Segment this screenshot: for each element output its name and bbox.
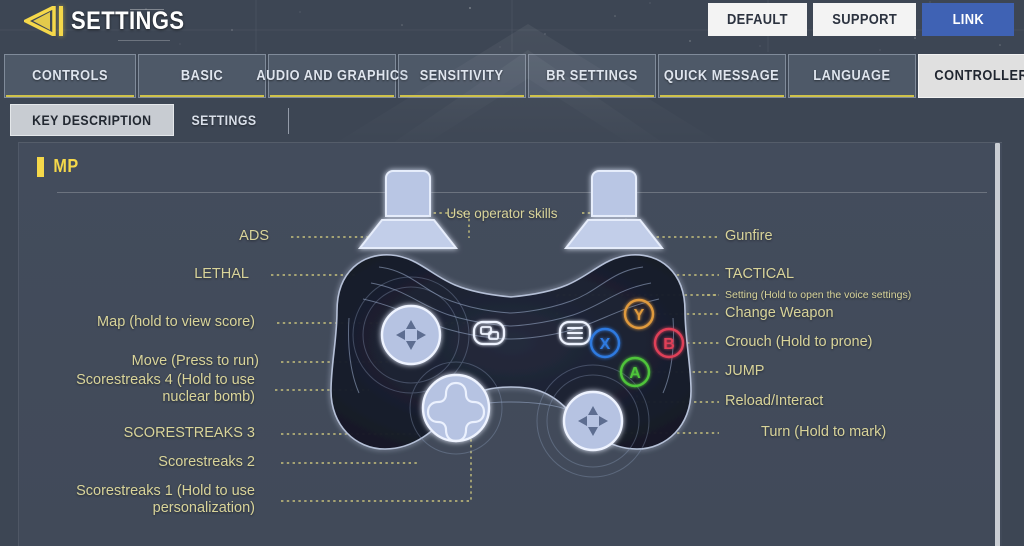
- back-and-title[interactable]: SETTINGS: [24, 3, 200, 39]
- tab-sensitivity[interactable]: SENSITIVITY: [398, 54, 526, 98]
- right-trigger: [591, 170, 637, 217]
- tab-quick-message[interactable]: QUICK MESSAGE: [658, 54, 786, 98]
- content-panel: MP Y B X A ADS LETHAL Map (hold to view …: [18, 142, 1002, 546]
- left-trigger: [385, 170, 431, 217]
- default-button-label: DEFAULT: [726, 11, 788, 28]
- svg-text:X: X: [600, 336, 611, 353]
- title-rule-secondary: [118, 40, 170, 41]
- dpad[interactable]: [421, 373, 491, 443]
- svg-text:B: B: [663, 336, 675, 353]
- title-accent-bar: [59, 6, 63, 36]
- scrollbar-thumb[interactable]: [995, 143, 1000, 546]
- default-button[interactable]: DEFAULT: [707, 3, 807, 36]
- link-button[interactable]: LINK: [922, 3, 1014, 36]
- tab-language[interactable]: LANGUAGE: [788, 54, 916, 98]
- tab-controller[interactable]: CONTROLLER: [918, 54, 1024, 98]
- back-arrow-icon[interactable]: [24, 6, 56, 36]
- left-bumper: [357, 219, 459, 249]
- support-button-label: SUPPORT: [831, 11, 897, 28]
- sub-tab-bar: KEY DESCRIPTION SETTINGS: [10, 104, 1010, 138]
- svg-text:A: A: [629, 365, 641, 382]
- link-button-label: LINK: [952, 11, 984, 28]
- settings-screen: SETTINGS DEFAULT SUPPORT LINK CONTROLS B…: [0, 0, 1024, 546]
- page-title-text: SETTINGS: [71, 6, 185, 35]
- page-title: SETTINGS: [71, 7, 185, 36]
- subtab-settings[interactable]: SETTINGS: [174, 104, 274, 136]
- svg-text:Y: Y: [634, 307, 645, 324]
- subtab-divider: [287, 108, 289, 134]
- main-tab-bar: CONTROLS BASIC AUDIO AND GRAPHICS SENSIT…: [4, 54, 1024, 98]
- left-stick[interactable]: [380, 304, 442, 366]
- support-button[interactable]: SUPPORT: [812, 3, 916, 36]
- tab-br-settings[interactable]: BR SETTINGS: [528, 54, 656, 98]
- top-bar: SETTINGS DEFAULT SUPPORT LINK: [0, 0, 1024, 50]
- tab-controls[interactable]: CONTROLS: [4, 54, 136, 98]
- vertical-scrollbar[interactable]: [995, 143, 1000, 546]
- top-action-buttons: DEFAULT SUPPORT LINK: [707, 3, 1014, 36]
- controller-diagram: Y B X A: [271, 170, 719, 502]
- tab-basic[interactable]: BASIC: [138, 54, 266, 98]
- right-bumper: [563, 219, 665, 249]
- tab-audio-and-graphics[interactable]: AUDIO AND GRAPHICS: [256, 54, 408, 98]
- right-stick[interactable]: [562, 390, 624, 452]
- subtab-key-description[interactable]: KEY DESCRIPTION: [10, 104, 174, 136]
